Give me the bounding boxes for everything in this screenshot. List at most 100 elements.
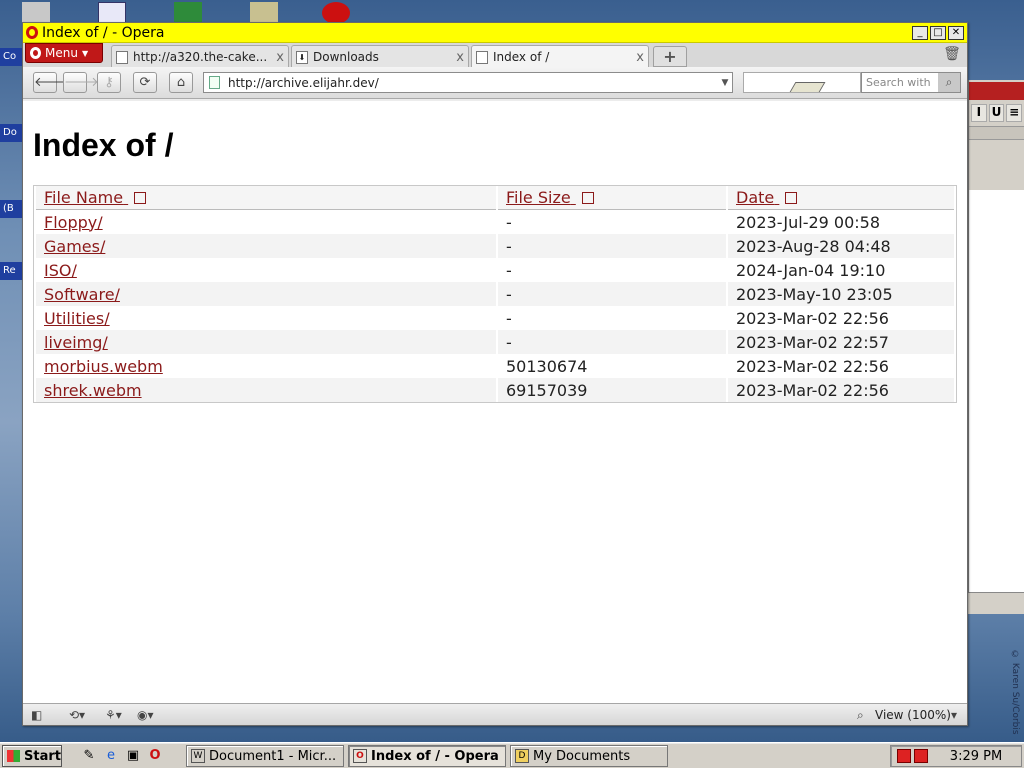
sort-icon (581, 192, 594, 204)
key-icon[interactable]: ⚷ (97, 72, 121, 93)
file-date-cell: 2023-Mar-02 22:56 (728, 378, 954, 402)
address-url[interactable]: http://archive.elijahr.dev/ (228, 76, 718, 90)
excel-icon[interactable] (174, 2, 202, 24)
home-button[interactable]: ⌂ (169, 72, 193, 93)
minimize-button[interactable]: _ (912, 25, 928, 40)
sort-by-name-link[interactable]: File Name (44, 188, 147, 207)
table-row: ISO/ - 2024-Jan-04 19:10 (36, 258, 954, 282)
opera-quicklaunch-icon[interactable]: O (146, 747, 164, 765)
word-icon: W (191, 749, 205, 763)
file-link[interactable]: Utilities/ (44, 309, 110, 328)
panel-toggle-icon[interactable]: ◧ (31, 707, 42, 723)
tab-label: Index of / (493, 50, 550, 64)
turbo-icon[interactable]: ◉▾ (137, 707, 154, 723)
task-my-documents[interactable]: D My Documents (510, 745, 668, 767)
desktop-label[interactable]: Co (0, 48, 22, 66)
chevron-down-icon[interactable]: ▼ (718, 78, 732, 88)
tray-network-icon[interactable] (897, 749, 911, 763)
page-title: Index of / (33, 127, 174, 163)
file-link[interactable]: shrek.webm (44, 381, 142, 400)
align-icon[interactable]: ≡ (1006, 104, 1023, 122)
sync-icon[interactable]: ⟲▾ (69, 707, 85, 723)
desktop-icon-2[interactable] (98, 2, 126, 24)
sort-by-date-link[interactable]: Date (736, 188, 798, 207)
opera-icon: O (353, 749, 367, 763)
zoom-icon[interactable]: ⌕ (857, 707, 864, 723)
search-icon[interactable]: ⌕ (938, 73, 960, 92)
task-opera[interactable]: O Index of / - Opera (348, 745, 506, 767)
table-header-row: File Name File Size Date (36, 186, 954, 210)
zoom-level[interactable]: View (100%) (875, 707, 951, 723)
tray-app-icon[interactable] (914, 749, 928, 763)
window-titlebar[interactable]: Index of / - Opera _ □ ✕ (23, 23, 967, 43)
sort-icon (134, 192, 147, 204)
tab-close-icon[interactable]: x (456, 50, 464, 65)
task-label: My Documents (533, 748, 631, 764)
ie-icon[interactable]: e (102, 747, 120, 765)
file-size-cell: 69157039 (498, 378, 726, 402)
file-link[interactable]: morbius.webm (44, 357, 163, 376)
desktop-label[interactable]: (B (0, 200, 22, 218)
file-date-cell: 2023-Mar-02 22:56 (736, 308, 889, 328)
address-bar[interactable]: http://archive.elijahr.dev/ ▼ (203, 72, 733, 93)
file-date-cell: 2023-May-10 23:05 (728, 282, 954, 306)
background-window-titlebar (969, 82, 1024, 100)
forward-button[interactable]: 🡒 (63, 72, 99, 93)
trash-icon[interactable]: 🗑 (943, 46, 961, 66)
desktop-label[interactable]: Do (0, 124, 22, 142)
file-date-cell: 2023-Jul-29 00:58 (736, 212, 881, 232)
background-window-2 (968, 592, 1024, 614)
italic-icon[interactable]: I (971, 104, 987, 122)
start-button[interactable]: Start (2, 745, 62, 767)
task-word-document[interactable]: W Document1 - Micr... (186, 745, 344, 767)
task-label: Document1 - Micr... (209, 748, 337, 764)
chevron-down-icon: ▼ (81, 48, 89, 58)
unite-icon[interactable]: ⚘▾ (105, 707, 122, 723)
file-name-cell: ISO/ (36, 258, 496, 282)
opera-desktop-icon[interactable] (322, 2, 350, 24)
chevron-down-icon[interactable]: ▾ (951, 707, 957, 723)
file-link[interactable]: Games/ (44, 237, 105, 256)
tab-downloads[interactable]: ⬇ Downloads x (291, 45, 469, 68)
file-size-cell: - (498, 282, 726, 306)
desktop-icon-1[interactable] (22, 2, 50, 24)
task-label: Index of / - Opera (371, 748, 499, 764)
opera-window: Index of / - Opera _ □ ✕ Menu ▼ http://a… (22, 22, 968, 726)
search-input[interactable]: Search with ⌕ (861, 72, 961, 93)
reload-button[interactable]: ⟳ (133, 72, 157, 93)
tab-close-icon[interactable]: x (636, 50, 644, 65)
new-tab-button[interactable]: + (653, 46, 687, 67)
file-link[interactable]: Floppy/ (44, 213, 103, 232)
notepad-icon[interactable]: ✎ (80, 747, 98, 765)
back-button[interactable]: 🡐 (33, 72, 69, 93)
desktop-label[interactable]: Re (0, 262, 22, 280)
table-row: Games/ - 2023-Aug-28 04:48 (36, 234, 954, 258)
file-size-cell: - (498, 234, 726, 258)
toolbar-field[interactable] (743, 72, 861, 93)
table-row: shrek.webm 69157039 2023-Mar-02 22:56 (36, 378, 954, 402)
maximize-button[interactable]: □ (930, 25, 946, 40)
table-row: Floppy/ - 2023-Jul-29 00:58 (36, 210, 954, 234)
opera-menu-button[interactable]: Menu ▼ (25, 43, 103, 63)
sort-by-size-link[interactable]: File Size (506, 188, 594, 207)
opera-logo-icon (30, 47, 41, 59)
scheduler-icon[interactable] (250, 2, 278, 24)
table-row: liveimg/ - 2023-Mar-02 22:57 (36, 330, 954, 354)
close-button[interactable]: ✕ (948, 25, 964, 40)
tab-a320[interactable]: http://a320.the-cake... x (111, 45, 289, 68)
search-placeholder: Search with (866, 76, 931, 89)
tab-bar: Menu ▼ http://a320.the-cake... x ⬇ Downl… (23, 43, 967, 68)
clock[interactable]: 3:29 PM (931, 749, 1021, 764)
column-label: Date (736, 188, 775, 207)
file-link[interactable]: Software/ (44, 285, 120, 304)
file-date-cell: 2023-Mar-02 22:56 (736, 356, 889, 376)
network-icon[interactable]: ▣ (124, 747, 142, 765)
underline-icon[interactable]: U (988, 104, 1005, 122)
file-size-cell: 50130674 (506, 356, 588, 376)
file-link[interactable]: liveimg/ (44, 333, 108, 352)
tab-close-icon[interactable]: x (276, 50, 284, 65)
file-link[interactable]: ISO/ (44, 261, 77, 280)
background-word-window[interactable]: I U ≡ (968, 80, 1024, 610)
tab-index[interactable]: Index of / x (471, 45, 649, 68)
windows-logo-icon (7, 750, 21, 762)
